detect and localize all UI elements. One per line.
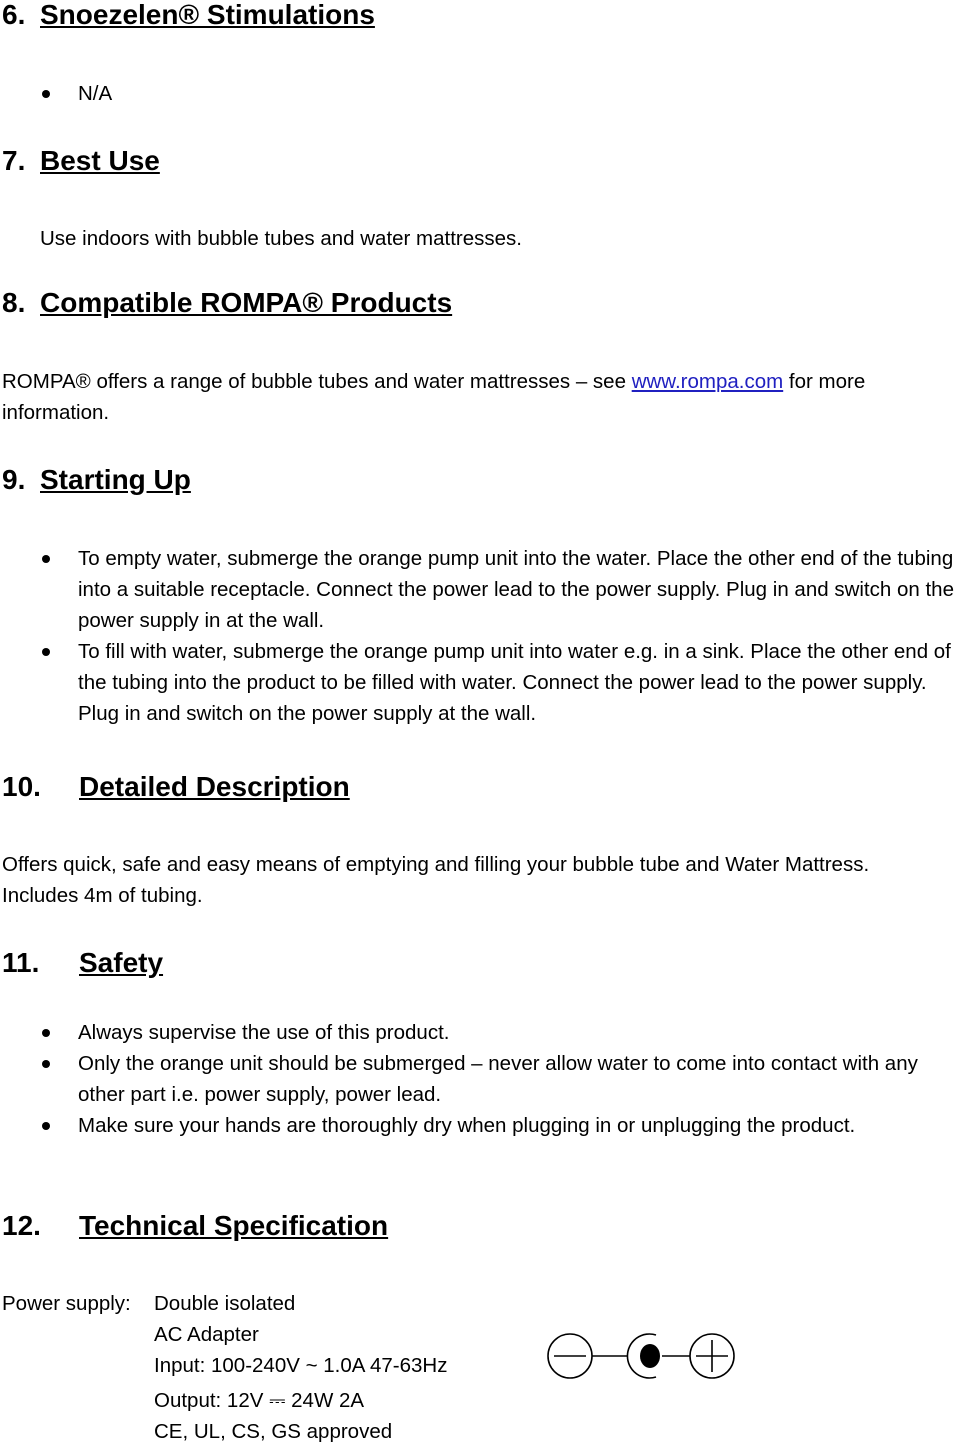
polarity-symbol-icon (547, 1333, 735, 1379)
heading-7: 7. Best Use (2, 145, 160, 176)
heading-10: 10. Detailed Description (2, 771, 350, 802)
spec-block: Power supply: Double isolated AC Adapter… (2, 1288, 447, 1447)
list-item: To empty water, submerge the orange pump… (2, 543, 960, 636)
description-text: Offers quick, safe and easy means of emp… (2, 853, 870, 907)
heading-11: 11. Safety (2, 947, 164, 978)
rompa-link[interactable]: www.rompa.com (632, 370, 784, 393)
compatible-text: ROMPA® offers a range of bubble tubes an… (2, 370, 866, 424)
list-6: N/A (2, 78, 960, 109)
heading-12: 12. Technical Specification (2, 1210, 389, 1241)
list-item: To fill with water, submerge the orange … (2, 636, 960, 729)
spec-line: Output: 12V ⎓ 24W 2A (154, 1389, 365, 1412)
list-item: Always supervise the use of this product… (2, 1017, 960, 1048)
list-9: To empty water, submerge the orange pump… (2, 543, 960, 729)
list-11: Always supervise the use of this product… (2, 1017, 960, 1141)
heading-6: 6. Snoezelen® Stimulations (2, 0, 375, 30)
spec-line: CE, UL, CS, GS approved (154, 1420, 393, 1443)
best-use-text: Use indoors with bubble tubes and water … (40, 227, 523, 250)
spec-line: AC Adapter (154, 1323, 259, 1346)
list-item: N/A (2, 78, 960, 109)
spec-label: Power supply: (2, 1292, 131, 1315)
list-item: Only the orange unit should be submerged… (2, 1048, 960, 1110)
list-item: Make sure your hands are thoroughly dry … (2, 1110, 960, 1141)
spec-line: Input: 100-240V ~ 1.0A 47-63Hz (154, 1354, 448, 1377)
heading-8: 8. Compatible ROMPA® Products (2, 287, 453, 318)
heading-9: 9. Starting Up (2, 464, 191, 495)
